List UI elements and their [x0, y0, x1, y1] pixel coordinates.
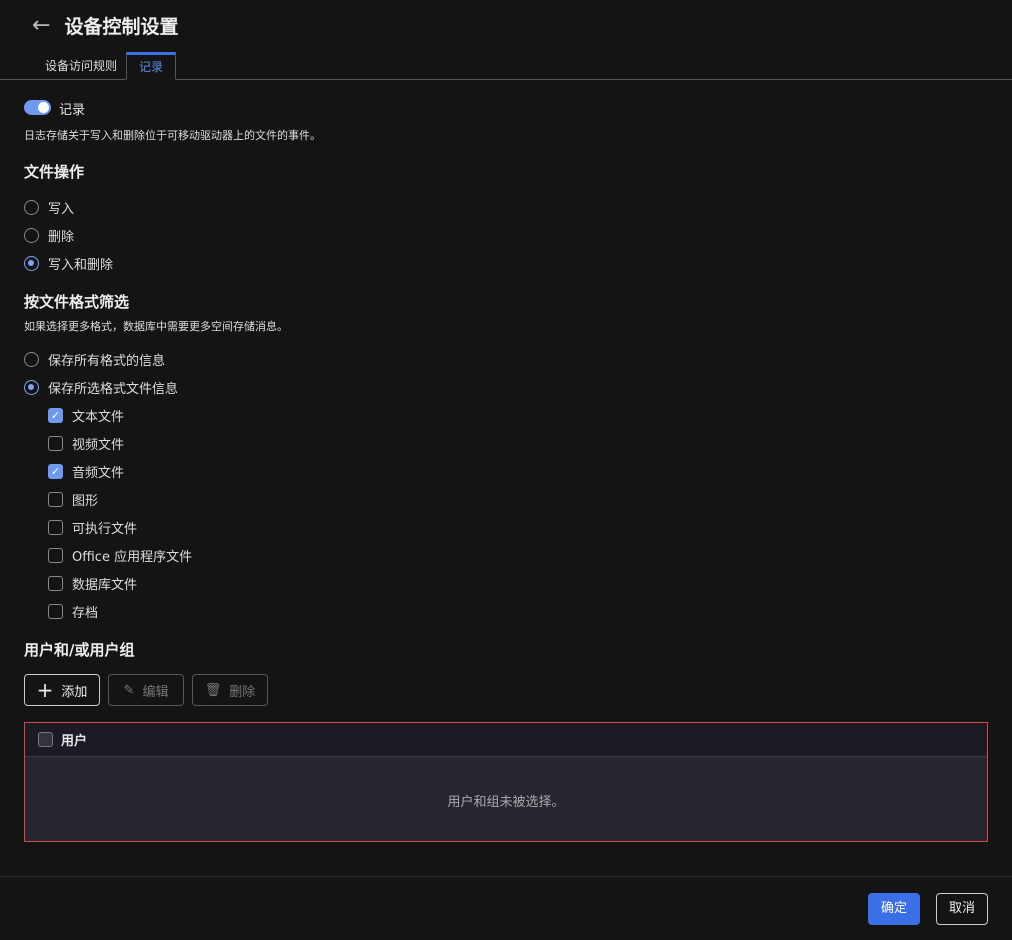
radio-icon: [24, 200, 39, 215]
option-label: 保存所选格式文件信息: [48, 378, 178, 397]
edit-button[interactable]: ✎ 编辑: [108, 674, 184, 706]
users-heading: 用户和/或用户组: [24, 639, 134, 660]
checkbox-label: 图形: [72, 490, 98, 509]
footer: 确定 取消: [0, 876, 1012, 940]
radio-selected-icon: [24, 380, 39, 395]
radio-write[interactable]: 写入: [24, 198, 74, 217]
checkbox-office-files[interactable]: Office 应用程序文件: [48, 546, 192, 565]
checkbox-label: 音频文件: [72, 462, 124, 481]
table-header: 用户: [25, 723, 987, 757]
option-label: 写入和删除: [48, 254, 113, 273]
select-all-checkbox[interactable]: [38, 732, 53, 747]
users-table: 用户 用户和组未被选择。: [24, 722, 988, 842]
logging-description: 日志存储关于写入和删除位于可移动驱动器上的文件的事件。: [24, 127, 321, 143]
checkbox-icon: [48, 576, 63, 591]
checkbox-archives[interactable]: 存档: [48, 602, 98, 621]
checkbox-icon: [48, 548, 63, 563]
radio-selected-icon: [24, 256, 39, 271]
radio-delete[interactable]: 删除: [24, 226, 74, 245]
checkbox-audio-files[interactable]: ✓ 音频文件: [48, 462, 124, 481]
cancel-button[interactable]: 取消: [936, 893, 988, 925]
edit-label: 编辑: [142, 681, 168, 700]
checkbox-video-files[interactable]: 视频文件: [48, 434, 124, 453]
logging-toggle-label: 记录: [59, 99, 85, 118]
checkbox-label: Office 应用程序文件: [72, 546, 192, 565]
radio-icon: [24, 352, 39, 367]
option-label: 删除: [48, 226, 74, 245]
delete-label: 删除: [229, 681, 255, 700]
checkbox-executables[interactable]: 可执行文件: [48, 518, 137, 537]
back-arrow-icon[interactable]: ←: [32, 13, 50, 38]
checkbox-icon: [48, 492, 63, 507]
checkmark-icon: ✓: [48, 464, 63, 479]
format-filter-note: 如果选择更多格式，数据库中需要更多空间存储消息。: [24, 318, 288, 334]
checkbox-graphics[interactable]: 图形: [48, 490, 98, 509]
file-ops-heading: 文件操作: [24, 161, 84, 182]
checkbox-database-files[interactable]: 数据库文件: [48, 574, 137, 593]
page-title: 设备控制设置: [64, 12, 178, 39]
radio-all-formats[interactable]: 保存所有格式的信息: [24, 350, 165, 369]
option-label: 写入: [48, 198, 74, 217]
checkbox-label: 视频文件: [72, 434, 124, 453]
checkmark-icon: ✓: [48, 408, 63, 423]
radio-selected-formats[interactable]: 保存所选格式文件信息: [24, 378, 178, 397]
checkbox-icon: [48, 604, 63, 619]
delete-button[interactable]: 🗑 删除: [192, 674, 268, 706]
checkbox-text-files[interactable]: ✓ 文本文件: [48, 406, 124, 425]
tab-device-access-rules[interactable]: 设备访问规则: [33, 52, 129, 80]
radio-write-and-delete[interactable]: 写入和删除: [24, 254, 113, 273]
empty-message: 用户和组未被选择。: [25, 791, 987, 810]
radio-icon: [24, 228, 39, 243]
checkbox-label: 存档: [72, 602, 98, 621]
option-label: 保存所有格式的信息: [48, 350, 165, 369]
header: ← 设备控制设置: [32, 12, 178, 39]
plus-icon: +: [37, 678, 54, 702]
logging-toggle[interactable]: [24, 100, 51, 115]
checkbox-icon: [48, 436, 63, 451]
ok-button[interactable]: 确定: [868, 893, 920, 925]
checkbox-icon: [48, 520, 63, 535]
add-button[interactable]: + 添加: [24, 674, 100, 706]
column-header-user: 用户: [61, 730, 87, 749]
add-label: 添加: [61, 681, 87, 700]
format-filter-heading: 按文件格式筛选: [24, 291, 129, 312]
tab-logging[interactable]: 记录: [126, 52, 176, 80]
checkbox-label: 数据库文件: [72, 574, 137, 593]
checkbox-label: 文本文件: [72, 406, 124, 425]
pencil-icon: ✎: [124, 683, 135, 698]
trash-icon: 🗑: [205, 683, 222, 698]
tab-bar: 设备访问规则 记录: [0, 52, 1012, 80]
checkbox-label: 可执行文件: [72, 518, 137, 537]
